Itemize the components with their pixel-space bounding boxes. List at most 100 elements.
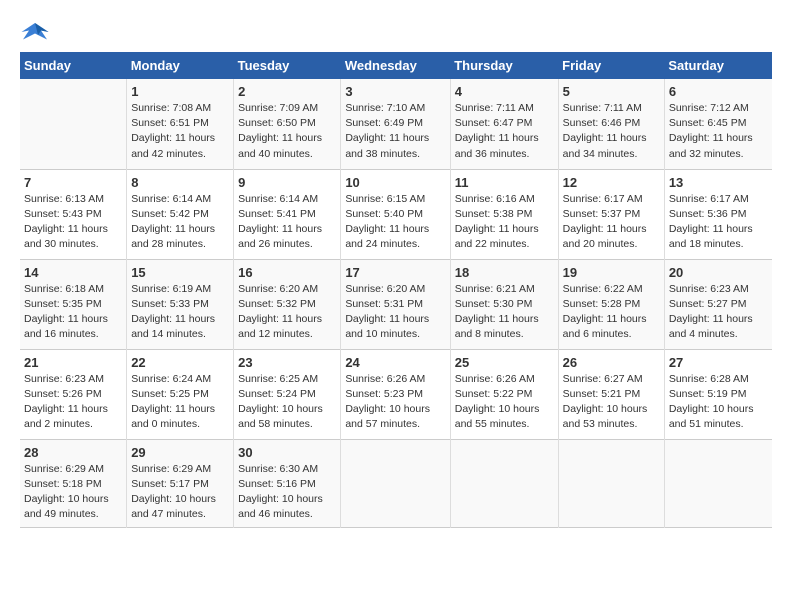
day-number: 5 [563,84,660,99]
logo-icon [20,20,50,44]
day-cell: 28 Sunrise: 6:29 AMSunset: 5:18 PMDayligh… [20,439,127,528]
day-cell: 21 Sunrise: 6:23 AMSunset: 5:26 PMDayligh… [20,349,127,439]
day-number: 2 [238,84,336,99]
day-number: 3 [345,84,445,99]
day-info: Sunrise: 7:08 AMSunset: 6:51 PMDaylight:… [131,101,229,162]
day-number: 16 [238,265,336,280]
day-info: Sunrise: 6:26 AMSunset: 5:22 PMDaylight:… [455,372,554,433]
day-cell [341,439,450,528]
day-info: Sunrise: 6:14 AMSunset: 5:41 PMDaylight:… [238,192,336,253]
day-info: Sunrise: 6:28 AMSunset: 5:19 PMDaylight:… [669,372,768,433]
day-number: 17 [345,265,445,280]
day-cell: 15 Sunrise: 6:19 AMSunset: 5:33 PMDayligh… [127,259,234,349]
day-number: 11 [455,175,554,190]
day-cell [20,79,127,169]
day-info: Sunrise: 7:10 AMSunset: 6:49 PMDaylight:… [345,101,445,162]
day-cell: 12 Sunrise: 6:17 AMSunset: 5:37 PMDayligh… [558,169,664,259]
day-number: 15 [131,265,229,280]
day-number: 26 [563,355,660,370]
day-cell: 11 Sunrise: 6:16 AMSunset: 5:38 PMDayligh… [450,169,558,259]
logo [20,20,54,44]
day-number: 30 [238,445,336,460]
day-number: 29 [131,445,229,460]
day-cell: 3 Sunrise: 7:10 AMSunset: 6:49 PMDaylight… [341,79,450,169]
day-info: Sunrise: 6:16 AMSunset: 5:38 PMDaylight:… [455,192,554,253]
day-info: Sunrise: 6:25 AMSunset: 5:24 PMDaylight:… [238,372,336,433]
day-info: Sunrise: 6:30 AMSunset: 5:16 PMDaylight:… [238,462,336,523]
day-cell: 13Sunrise: 6:17 AMSunset: 5:36 PMDayligh… [664,169,772,259]
column-header-sunday: Sunday [20,52,127,79]
day-number: 18 [455,265,554,280]
day-cell: 8 Sunrise: 6:14 AMSunset: 5:42 PMDaylight… [127,169,234,259]
day-info: Sunrise: 7:09 AMSunset: 6:50 PMDaylight:… [238,101,336,162]
day-info: Sunrise: 6:17 AMSunset: 5:36 PMDaylight:… [669,192,768,253]
day-cell: 14 Sunrise: 6:18 AMSunset: 5:35 PMDayligh… [20,259,127,349]
week-row-3: 14 Sunrise: 6:18 AMSunset: 5:35 PMDayligh… [20,259,772,349]
day-info: Sunrise: 6:29 AMSunset: 5:18 PMDaylight:… [24,462,122,523]
column-header-tuesday: Tuesday [234,52,341,79]
day-cell: 6Sunrise: 7:12 AMSunset: 6:45 PMDaylight… [664,79,772,169]
day-cell: 2 Sunrise: 7:09 AMSunset: 6:50 PMDaylight… [234,79,341,169]
day-number: 9 [238,175,336,190]
day-info: Sunrise: 7:11 AMSunset: 6:46 PMDaylight:… [563,101,660,162]
day-number: 14 [24,265,122,280]
day-number: 28 [24,445,122,460]
day-number: 27 [669,355,768,370]
day-info: Sunrise: 6:20 AMSunset: 5:32 PMDaylight:… [238,282,336,343]
day-info: Sunrise: 6:14 AMSunset: 5:42 PMDaylight:… [131,192,229,253]
day-info: Sunrise: 6:29 AMSunset: 5:17 PMDaylight:… [131,462,229,523]
day-cell: 5 Sunrise: 7:11 AMSunset: 6:46 PMDaylight… [558,79,664,169]
day-number: 23 [238,355,336,370]
calendar-table: SundayMondayTuesdayWednesdayThursdayFrid… [20,52,772,528]
day-info: Sunrise: 6:23 AMSunset: 5:27 PMDaylight:… [669,282,768,343]
day-info: Sunrise: 6:18 AMSunset: 5:35 PMDaylight:… [24,282,122,343]
column-header-thursday: Thursday [450,52,558,79]
day-cell: 19 Sunrise: 6:22 AMSunset: 5:28 PMDayligh… [558,259,664,349]
day-cell: 27 Sunrise: 6:28 AMSunset: 5:19 PMDayligh… [664,349,772,439]
day-cell: 9 Sunrise: 6:14 AMSunset: 5:41 PMDaylight… [234,169,341,259]
day-info: Sunrise: 6:23 AMSunset: 5:26 PMDaylight:… [24,372,122,433]
day-cell: 29 Sunrise: 6:29 AMSunset: 5:17 PMDayligh… [127,439,234,528]
day-info: Sunrise: 6:17 AMSunset: 5:37 PMDaylight:… [563,192,660,253]
page-header [20,20,772,44]
day-info: Sunrise: 6:13 AMSunset: 5:43 PMDaylight:… [24,192,122,253]
column-header-saturday: Saturday [664,52,772,79]
day-number: 22 [131,355,229,370]
day-info: Sunrise: 6:19 AMSunset: 5:33 PMDaylight:… [131,282,229,343]
day-cell: 7 Sunrise: 6:13 AMSunset: 5:43 PMDaylight… [20,169,127,259]
day-number: 7 [24,175,122,190]
day-info: Sunrise: 6:26 AMSunset: 5:23 PMDaylight:… [345,372,445,433]
day-number: 8 [131,175,229,190]
day-info: Sunrise: 6:21 AMSunset: 5:30 PMDaylight:… [455,282,554,343]
calendar-header-row: SundayMondayTuesdayWednesdayThursdayFrid… [20,52,772,79]
day-cell: 18 Sunrise: 6:21 AMSunset: 5:30 PMDayligh… [450,259,558,349]
day-cell: 16 Sunrise: 6:20 AMSunset: 5:32 PMDayligh… [234,259,341,349]
day-number: 1 [131,84,229,99]
day-number: 20 [669,265,768,280]
day-info: Sunrise: 7:11 AMSunset: 6:47 PMDaylight:… [455,101,554,162]
day-cell: 23 Sunrise: 6:25 AMSunset: 5:24 PMDayligh… [234,349,341,439]
column-header-monday: Monday [127,52,234,79]
day-cell: 22Sunrise: 6:24 AMSunset: 5:25 PMDayligh… [127,349,234,439]
day-cell: 25 Sunrise: 6:26 AMSunset: 5:22 PMDayligh… [450,349,558,439]
day-info: Sunrise: 6:22 AMSunset: 5:28 PMDaylight:… [563,282,660,343]
day-info: Sunrise: 6:15 AMSunset: 5:40 PMDaylight:… [345,192,445,253]
day-cell: 1 Sunrise: 7:08 AMSunset: 6:51 PMDaylight… [127,79,234,169]
day-info: Sunrise: 6:20 AMSunset: 5:31 PMDaylight:… [345,282,445,343]
column-header-wednesday: Wednesday [341,52,450,79]
day-cell: 30 Sunrise: 6:30 AMSunset: 5:16 PMDayligh… [234,439,341,528]
day-number: 25 [455,355,554,370]
day-cell [664,439,772,528]
day-cell: 24Sunrise: 6:26 AMSunset: 5:23 PMDayligh… [341,349,450,439]
day-number: 12 [563,175,660,190]
column-header-friday: Friday [558,52,664,79]
day-cell: 4Sunrise: 7:11 AMSunset: 6:47 PMDaylight… [450,79,558,169]
day-number: 21 [24,355,122,370]
week-row-1: 1 Sunrise: 7:08 AMSunset: 6:51 PMDaylight… [20,79,772,169]
day-cell: 10 Sunrise: 6:15 AMSunset: 5:40 PMDayligh… [341,169,450,259]
day-cell [450,439,558,528]
day-number: 10 [345,175,445,190]
day-cell: 26Sunrise: 6:27 AMSunset: 5:21 PMDayligh… [558,349,664,439]
day-number: 19 [563,265,660,280]
week-row-2: 7 Sunrise: 6:13 AMSunset: 5:43 PMDaylight… [20,169,772,259]
